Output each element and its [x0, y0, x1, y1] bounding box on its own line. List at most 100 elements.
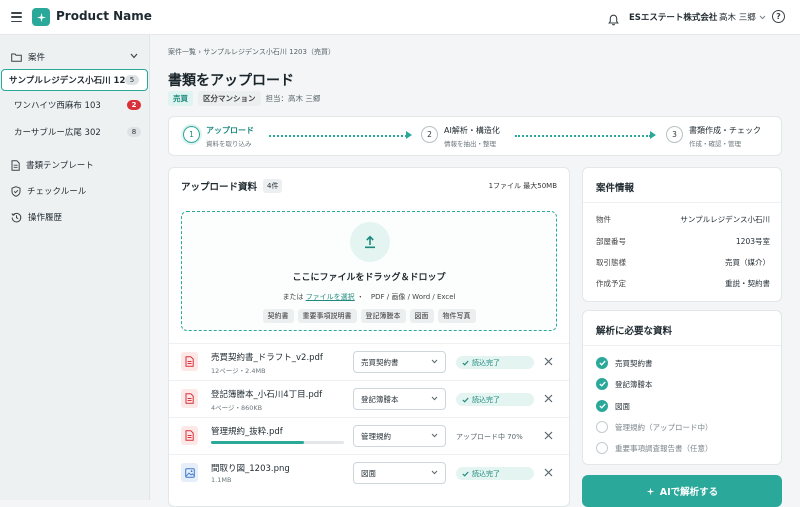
step-ai-analysis: 2 AI解析・構造化 情報を抽出・整理	[421, 125, 500, 148]
owner-label: 担当：高木 三郷	[265, 94, 321, 103]
doc-type-select[interactable]: 登記簿謄本	[353, 388, 446, 410]
check-icon	[462, 471, 469, 477]
case-label: カーサブルー広尾 302	[14, 128, 101, 138]
sidebar-item-label: 操作履歴	[28, 213, 63, 223]
help-icon[interactable]: ?	[772, 10, 785, 23]
case-count-badge: 5	[125, 75, 139, 85]
ai-analyze-button[interactable]: AIで解析する	[582, 475, 782, 507]
status-badge: 読込完了	[456, 393, 534, 406]
logo-icon	[32, 8, 50, 26]
chevron-down-icon	[431, 470, 438, 475]
sidebar-cases-header[interactable]: 案件	[11, 51, 45, 63]
close-icon[interactable]	[544, 431, 553, 440]
status-text: アップロード中 70%	[456, 432, 523, 441]
property-type-badge: 区分マンション	[198, 91, 261, 106]
top-bar: Product Name ESエステート株式会社 高木 三郷 ?	[0, 0, 800, 35]
drop-types: ・ PDF / 画像 / Word / Excel	[356, 293, 456, 301]
required-docs-card: 解析に必要な資料 売買契約書 登記簿謄本 図面 管理規約（アップロード中） 重要…	[582, 310, 782, 465]
sidebar-case-item[interactable]: サンプルレジデンス小石川 1203 5	[1, 69, 148, 91]
sidebar-cases-label: 案件	[28, 53, 46, 63]
required-doc-item: 登記簿謄本	[596, 378, 653, 390]
empty-circle-icon	[596, 421, 608, 433]
chevron-down-icon[interactable]	[130, 53, 138, 59]
status-text: 読込完了	[472, 358, 500, 367]
check-icon	[462, 397, 469, 403]
info-key: 物件	[596, 215, 611, 224]
info-row: 取引態様 売買（媒介）	[596, 257, 770, 268]
doc-type-value: 売買契約書	[361, 357, 399, 367]
sidebar-case-item[interactable]: カーサブルー広尾 302 8	[0, 121, 149, 143]
arrow-right-icon	[406, 131, 412, 139]
drop-subtext: または ファイルを選択 ・ PDF / 画像 / Word / Excel	[182, 292, 556, 302]
bell-icon[interactable]	[608, 11, 619, 30]
drop-zone[interactable]: ここにファイルをドラッグ＆ドロップ または ファイルを選択 ・ PDF / 画像…	[181, 211, 557, 331]
chevron-down-icon	[431, 396, 438, 401]
close-icon[interactable]	[544, 394, 553, 403]
doc-type-select[interactable]: 管理規約	[353, 425, 446, 447]
step-upload: 1 アップロード 資料を取り込み	[183, 125, 254, 148]
breadcrumb[interactable]: 案件一覧 › サンプルレジデンス小石川 1203（売買）	[168, 47, 335, 57]
divider	[583, 202, 781, 203]
sidebar-item-history[interactable]: 操作履歴	[11, 211, 62, 223]
chevron-down-icon	[431, 433, 438, 438]
required-doc-label: 登記簿謄本	[615, 379, 653, 389]
upload-title: アップロード資料	[181, 182, 258, 193]
upload-card: アップロード資料 4件 1ファイル 最大50MB ここにファイルをドラッグ＆ドロ…	[168, 167, 570, 507]
document-type-chips: 契約書 重要事項説明書 登記簿謄本 図面 物件写真	[182, 309, 556, 323]
doc-type-select[interactable]: 売買契約書	[353, 351, 446, 373]
status-badge: 読込完了	[456, 356, 534, 369]
shield-check-icon	[11, 185, 21, 197]
app-name: Product Name	[56, 9, 152, 23]
sidebar-item-templates[interactable]: 書類テンプレート	[11, 159, 94, 171]
drop-title: ここにファイルをドラッグ＆ドロップ	[292, 273, 446, 283]
pdf-file-icon	[181, 389, 198, 408]
sidebar-item-check-rules[interactable]: チェックルール	[11, 185, 86, 197]
required-doc-item: 重要事項調査報告書（任意）	[596, 442, 713, 454]
doc-type-chip: 登記簿謄本	[360, 309, 406, 323]
info-value: 1203号室	[735, 237, 770, 246]
user-menu[interactable]: 高木 三郷	[719, 11, 766, 23]
info-value: サンプルレジデンス小石川	[680, 215, 770, 224]
sparkle-icon	[646, 487, 655, 495]
info-row: 作成予定 重説・契約書	[596, 278, 770, 289]
required-doc-item: 管理規約（アップロード中）	[596, 421, 713, 433]
deal-type-badge: 売買	[168, 91, 193, 106]
close-icon[interactable]	[544, 357, 553, 366]
doc-type-chip: 重要事項説明書	[297, 309, 357, 323]
arrow-right-icon	[650, 131, 656, 139]
file-meta: 1.1MB	[211, 476, 232, 484]
file-name: 間取り図_1203.png	[211, 464, 290, 474]
step-number: 3	[666, 126, 683, 143]
required-docs-title: 解析に必要な資料	[596, 326, 673, 337]
upload-icon	[350, 222, 390, 262]
upload-progress-bar	[211, 441, 344, 444]
file-meta: 12ページ・2.4MB	[211, 367, 266, 375]
sidebar-case-item[interactable]: ワンハイツ西麻布 103 2	[0, 94, 149, 116]
file-row: 間取り図_1203.png 1.1MB 図面 読込完了	[169, 454, 569, 491]
doc-type-select[interactable]: 図面	[353, 462, 446, 484]
select-file-link[interactable]: ファイルを選択	[306, 293, 355, 301]
required-doc-item: 売買契約書	[596, 357, 653, 369]
close-icon[interactable]	[544, 468, 553, 477]
file-name: 登記簿謄本_小石川4丁目.pdf	[211, 390, 323, 400]
step-create-check: 3 書類作成・チェック 作成・確認・管理	[666, 125, 761, 148]
drop-prefix: または	[282, 293, 304, 301]
page-title: 書類をアップロード	[168, 73, 294, 89]
info-value: 重説・契約書	[725, 279, 770, 288]
pdf-file-icon	[181, 426, 198, 445]
status-badge: 読込完了	[456, 467, 534, 480]
check-circle-icon	[596, 357, 608, 369]
menu-icon[interactable]	[11, 12, 22, 23]
info-row: 物件 サンプルレジデンス小石川	[596, 214, 770, 225]
sidebar-item-label: 書類テンプレート	[26, 161, 94, 171]
document-icon	[11, 159, 20, 171]
step-title: 書類作成・チェック	[689, 126, 761, 135]
step-title: AI解析・構造化	[444, 126, 500, 135]
history-icon	[11, 212, 22, 222]
check-icon	[462, 360, 469, 366]
case-info-card: 案件情報 物件 サンプルレジデンス小石川 部屋番号 1203号室 取引態様 売買（媒介…	[582, 167, 782, 302]
step-title: アップロード	[206, 126, 254, 135]
info-key: 部屋番号	[596, 237, 626, 246]
upload-limit: 1ファイル 最大50MB	[488, 182, 557, 190]
case-count-badge: 2	[127, 100, 141, 110]
